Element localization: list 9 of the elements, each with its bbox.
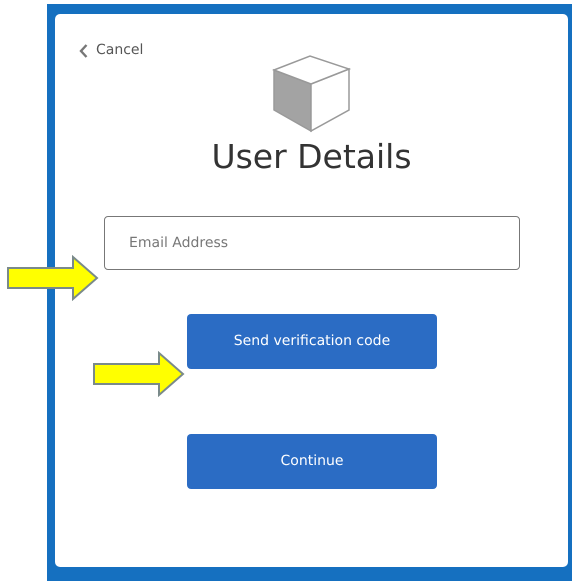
cancel-link[interactable]: Cancel [79,40,144,61]
email-field[interactable]: Email Address [104,216,520,270]
continue-button[interactable]: Continue [187,434,437,490]
page-title: User Details [210,136,413,176]
arrow-icon [93,351,185,397]
cube-icon [272,54,352,132]
send-code-button[interactable]: Send verification code [187,314,437,370]
arrow-icon [7,255,99,301]
back-icon [79,44,88,58]
